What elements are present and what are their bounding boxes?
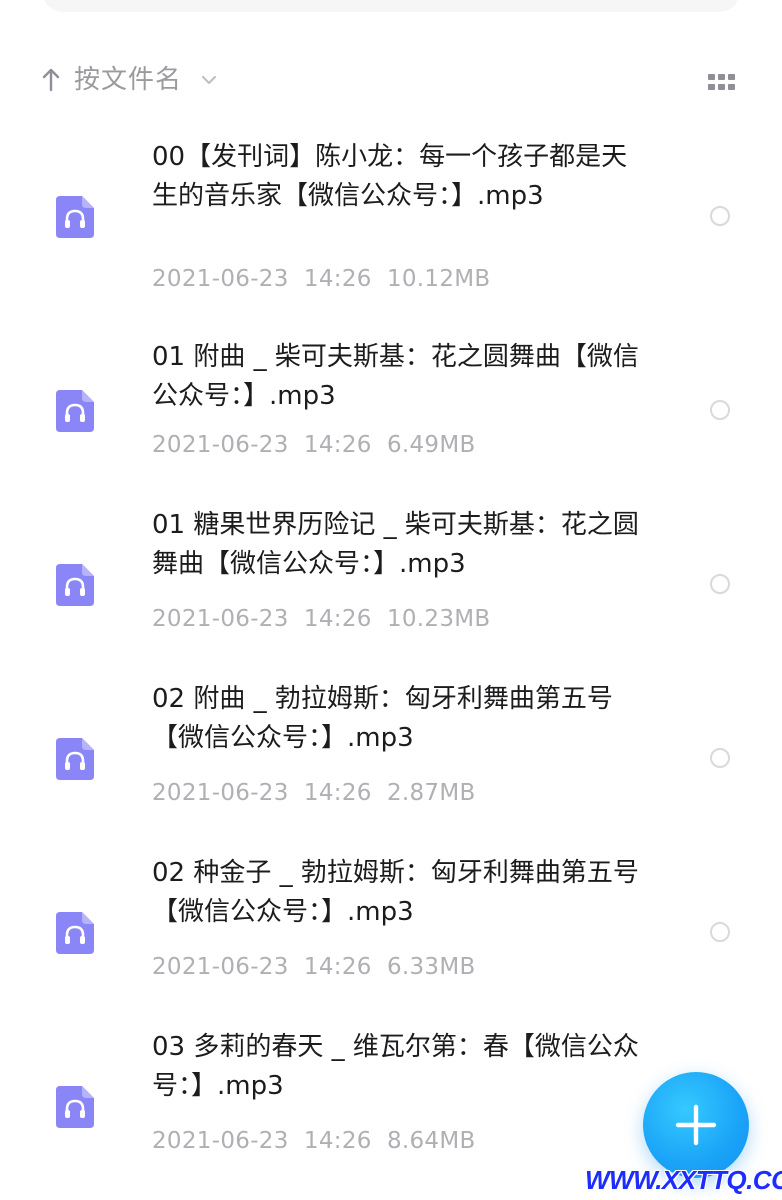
file-size: 10.12MB — [386, 266, 491, 292]
file-meta: 2021-06-23 14:26 6.49MB — [152, 430, 476, 460]
file-meta: 2021-06-23 14:26 10.23MB — [152, 604, 491, 634]
file-time: 14:26 — [303, 954, 372, 980]
select-checkbox[interactable] — [710, 400, 730, 420]
file-list-item[interactable]: 02 附曲 _ 勃拉姆斯：匈牙利舞曲第五号【微信公众号：】.mp3 2021-06… — [0, 662, 782, 836]
audio-file-icon — [54, 562, 96, 608]
file-name: 02 附曲 _ 勃拉姆斯：匈牙利舞曲第五号【微信公众号：】.mp3 — [152, 684, 613, 753]
file-list-item[interactable]: 01 糖果世界历险记 _ 柴可夫斯基：花之圆舞曲【微信公众号：】.mp3 2021… — [0, 488, 782, 662]
select-checkbox[interactable] — [710, 748, 730, 768]
sort-label[interactable]: 按文件名 — [74, 63, 182, 97]
file-name: 00【发刊词】陈小龙：每一个孩子都是天生的音乐家【微信公众号：】.mp3 — [152, 142, 628, 211]
file-date: 2021-06-23 — [152, 432, 289, 458]
search-bar[interactable] — [42, 0, 740, 12]
file-meta: 2021-06-23 14:26 6.33MB — [152, 952, 476, 982]
file-name: 03 多莉的春天 _ 维瓦尔第：春【微信公众号：】.mp3 — [152, 1032, 639, 1101]
audio-file-icon — [54, 910, 96, 956]
audio-file-icon — [54, 388, 96, 434]
file-list-item[interactable]: 01 附曲 _ 柴可夫斯基：花之圆舞曲【微信公众号：】.mp3 2021-06-2… — [0, 314, 782, 488]
file-size: 8.64MB — [386, 1128, 476, 1154]
file-size: 2.87MB — [386, 780, 476, 806]
audio-file-icon — [54, 736, 96, 782]
sort-bar: 按文件名 — [0, 50, 782, 112]
chevron-down-icon[interactable] — [200, 72, 218, 86]
file-name: 01 附曲 _ 柴可夫斯基：花之圆舞曲【微信公众号：】.mp3 — [152, 342, 639, 411]
file-time: 14:26 — [303, 432, 372, 458]
file-date: 2021-06-23 — [152, 954, 289, 980]
file-meta: 2021-06-23 14:26 2.87MB — [152, 778, 476, 808]
audio-file-icon — [54, 194, 96, 240]
file-size: 10.23MB — [386, 606, 491, 632]
file-size: 6.49MB — [386, 432, 476, 458]
watermark: WWW.XXTTQ.COM — [585, 1165, 782, 1195]
select-checkbox[interactable] — [710, 574, 730, 594]
file-list-item[interactable]: 02 种金子 _ 勃拉姆斯：匈牙利舞曲第五号【微信公众号：】.mp3 2021-0… — [0, 836, 782, 1010]
file-meta: 2021-06-23 14:26 8.64MB — [152, 1126, 476, 1156]
select-checkbox[interactable] — [710, 922, 730, 942]
file-time: 14:26 — [303, 606, 372, 632]
file-date: 2021-06-23 — [152, 606, 289, 632]
file-date: 2021-06-23 — [152, 780, 289, 806]
file-size: 6.33MB — [386, 954, 476, 980]
file-date: 2021-06-23 — [152, 266, 289, 292]
grid-view-icon[interactable] — [708, 74, 736, 90]
arrow-up-icon[interactable] — [40, 64, 62, 94]
file-name: 01 糖果世界历险记 _ 柴可夫斯基：花之圆舞曲【微信公众号：】.mp3 — [152, 510, 639, 579]
file-list-item[interactable]: 00【发刊词】陈小龙：每一个孩子都是天生的音乐家【微信公众号：】.mp3 2021… — [0, 120, 782, 314]
audio-file-icon — [54, 1084, 96, 1130]
file-list: 00【发刊词】陈小龙：每一个孩子都是天生的音乐家【微信公众号：】.mp3 2021… — [0, 120, 782, 1184]
file-name: 02 种金子 _ 勃拉姆斯：匈牙利舞曲第五号【微信公众号：】.mp3 — [152, 858, 639, 927]
select-checkbox[interactable] — [710, 206, 730, 226]
file-date: 2021-06-23 — [152, 1128, 289, 1154]
plus-icon — [675, 1104, 717, 1146]
file-time: 14:26 — [303, 1128, 372, 1154]
file-time: 14:26 — [303, 780, 372, 806]
file-meta: 2021-06-23 14:26 10.12MB — [152, 264, 491, 294]
file-time: 14:26 — [303, 266, 372, 292]
